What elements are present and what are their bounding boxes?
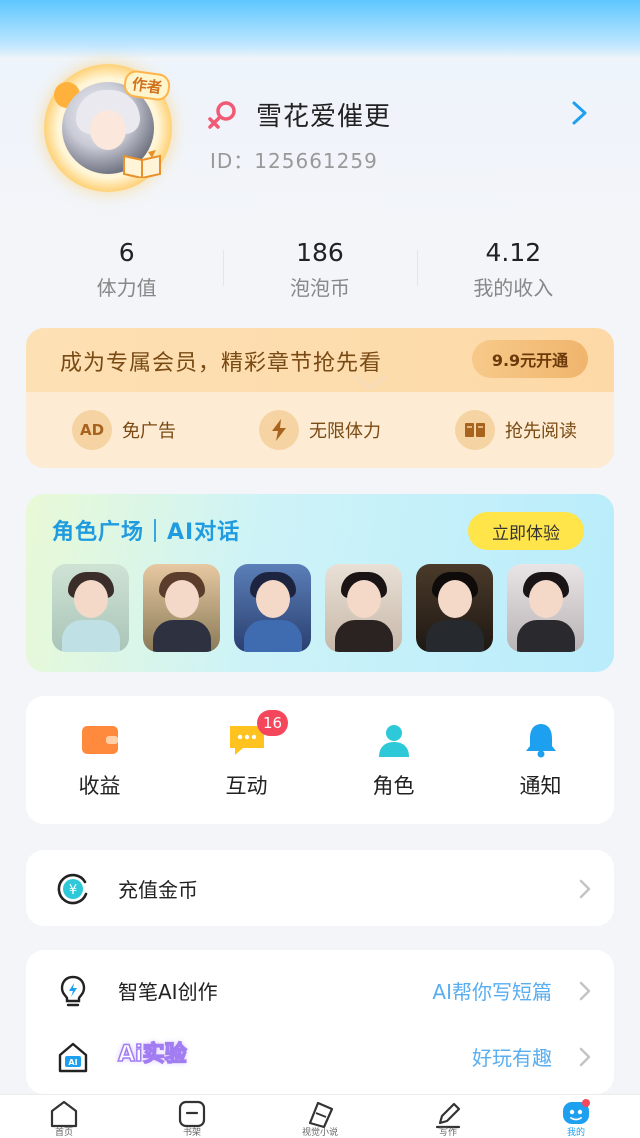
quick-earnings[interactable]: 收益 bbox=[26, 696, 173, 824]
character-list bbox=[52, 564, 584, 652]
perk-early-read[interactable]: 抢先阅读 bbox=[418, 392, 614, 468]
female-icon bbox=[208, 101, 236, 129]
stat-value: 186 bbox=[296, 238, 344, 267]
stat-value: 6 bbox=[118, 238, 135, 267]
nav-writing[interactable]: 写作 bbox=[384, 1095, 512, 1138]
ai-lab-label: Ai实验 bbox=[117, 1041, 187, 1068]
nav-bookshelf[interactable]: 书架 bbox=[128, 1095, 256, 1138]
vip-card[interactable]: 成为专属会员，精彩章节抢先看 9.9元开通 AD 免广告 无限体力 抢先阅读 bbox=[26, 328, 614, 468]
bulb-icon bbox=[60, 975, 86, 1007]
book-icon bbox=[455, 410, 495, 450]
ai-writing-hint: AI帮你写短篇 bbox=[432, 980, 552, 1004]
recharge-card: ¥ 充值金币 bbox=[26, 850, 614, 926]
character-avatar[interactable] bbox=[507, 564, 584, 652]
nav-label: 书架 bbox=[182, 1128, 201, 1138]
chevron-right-icon bbox=[579, 879, 591, 899]
svg-text:¥: ¥ bbox=[69, 883, 77, 898]
vip-open-button[interactable]: 9.9元开通 bbox=[472, 340, 588, 378]
character-avatar[interactable] bbox=[143, 564, 220, 652]
bottom-nav: 首页 书架 视觉小说 写作 我的 bbox=[0, 1094, 640, 1138]
recharge-label: 充值金币 bbox=[118, 878, 198, 902]
stat-label: 体力值 bbox=[96, 276, 157, 300]
perk-no-ads[interactable]: AD 免广告 bbox=[26, 392, 222, 468]
stat-income[interactable]: 4.12 我的收入 bbox=[416, 236, 610, 306]
vip-title: 成为专属会员，精彩章节抢先看 bbox=[60, 351, 383, 376]
stat-label: 我的收入 bbox=[473, 276, 554, 300]
ai-lab-hint: 好玩有趣 bbox=[472, 1046, 552, 1070]
try-now-button[interactable]: 立即体验 bbox=[468, 512, 584, 550]
user-id: ID：125661259 bbox=[210, 149, 378, 173]
ai-card-title: 角色广场｜AI对话 bbox=[52, 520, 241, 545]
character-avatar[interactable] bbox=[234, 564, 311, 652]
nav-label: 我的 bbox=[566, 1128, 585, 1138]
quick-notification[interactable]: 通知 bbox=[467, 696, 614, 824]
yuan-coin-icon: ¥ bbox=[57, 873, 88, 905]
ai-writing-row[interactable]: 智笔AI创作 AI帮你写短篇 bbox=[26, 952, 614, 1028]
perk-label: 抢先阅读 bbox=[505, 421, 577, 442]
quick-label: 收益 bbox=[78, 774, 121, 798]
perk-unlimited-stamina[interactable]: 无限体力 bbox=[222, 392, 418, 468]
lightning-icon bbox=[259, 410, 299, 450]
stat-bubble-coins[interactable]: 186 泡泡币 bbox=[223, 236, 416, 306]
nav-label: 首页 bbox=[54, 1128, 73, 1138]
quick-actions: 收益 16 互动 角色 通知 bbox=[26, 696, 614, 824]
quick-interaction[interactable]: 16 互动 bbox=[173, 696, 320, 824]
stats-row: 6 体力值 186 泡泡币 4.12 我的收入 bbox=[30, 236, 610, 306]
username: 雪花爱催更 bbox=[256, 102, 392, 132]
stat-stamina[interactable]: 6 体力值 bbox=[30, 236, 223, 306]
quick-label: 互动 bbox=[225, 774, 268, 798]
stat-label: 泡泡币 bbox=[289, 276, 350, 300]
no-ads-icon: AD bbox=[72, 410, 112, 450]
chevron-down-icon bbox=[352, 374, 388, 391]
quick-label: 通知 bbox=[519, 774, 562, 798]
character-avatar[interactable] bbox=[325, 564, 402, 652]
quick-label: 角色 bbox=[372, 774, 415, 798]
open-book-icon bbox=[123, 150, 161, 178]
svg-text:AI: AI bbox=[68, 1058, 77, 1067]
nav-visual-novel[interactable]: 视觉小说 bbox=[256, 1095, 384, 1138]
quick-role[interactable]: 角色 bbox=[320, 696, 467, 824]
chevron-right-icon bbox=[579, 981, 591, 1001]
status-bar-gradient bbox=[0, 0, 640, 60]
perk-label: 无限体力 bbox=[309, 421, 381, 442]
avatar[interactable]: 作者 bbox=[44, 64, 172, 192]
ai-writing-label: 智笔AI创作 bbox=[118, 980, 218, 1004]
bell-icon bbox=[525, 724, 556, 758]
ai-house-icon: AI bbox=[58, 1042, 88, 1073]
perk-label: 免广告 bbox=[122, 421, 176, 442]
vip-perks: AD 免广告 无限体力 抢先阅读 bbox=[26, 392, 614, 468]
nav-label: 视觉小说 bbox=[301, 1128, 338, 1138]
recharge-row[interactable]: ¥ 充值金币 bbox=[26, 850, 614, 926]
person-icon bbox=[378, 725, 409, 757]
nav-home[interactable]: 首页 bbox=[0, 1095, 128, 1138]
chevron-right-icon[interactable] bbox=[566, 100, 592, 126]
ai-lab-row[interactable]: AI Ai实验 好玩有趣 bbox=[26, 1018, 614, 1094]
wallet-icon bbox=[81, 726, 118, 754]
nav-notification-dot bbox=[582, 1099, 590, 1107]
nav-mine[interactable]: 我的 bbox=[512, 1095, 640, 1138]
character-avatar[interactable] bbox=[52, 564, 129, 652]
no-ads-icon-text: AD bbox=[79, 421, 105, 439]
vip-header: 成为专属会员，精彩章节抢先看 9.9元开通 bbox=[26, 328, 614, 392]
stat-value: 4.12 bbox=[485, 238, 542, 267]
character-avatar[interactable] bbox=[416, 564, 493, 652]
ai-tools-card: 智笔AI创作 AI帮你写短篇 AI Ai实验 好玩有趣 bbox=[26, 950, 614, 1094]
nav-label: 写作 bbox=[438, 1128, 457, 1138]
ai-role-plaza-card[interactable]: 角色广场｜AI对话 立即体验 bbox=[26, 494, 614, 672]
chevron-right-icon bbox=[579, 1047, 591, 1067]
unread-badge: 16 bbox=[257, 710, 289, 736]
